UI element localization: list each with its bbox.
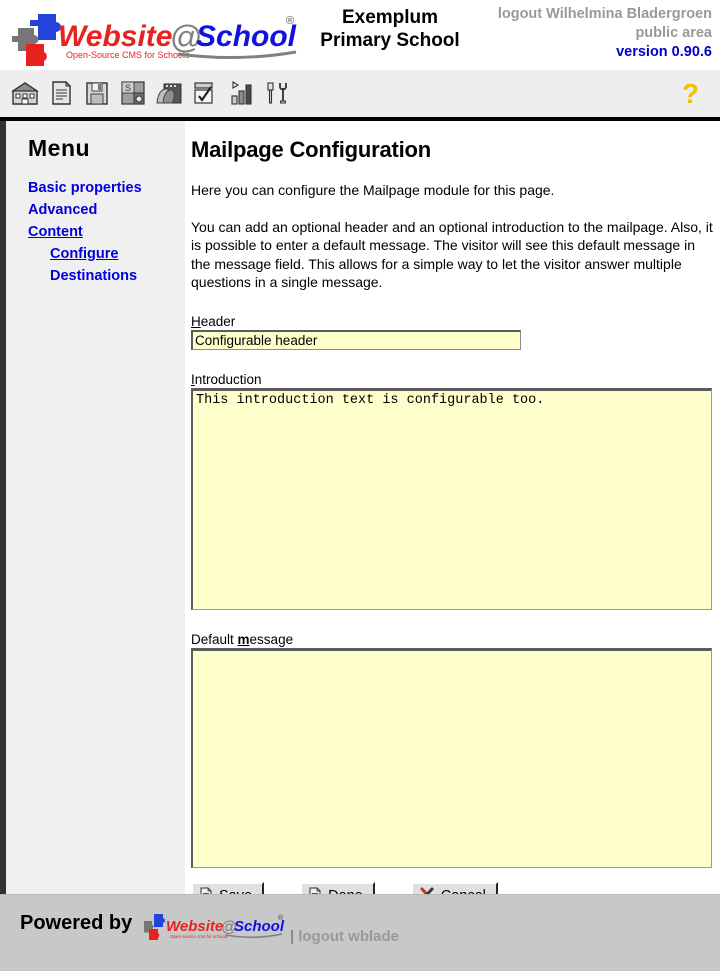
sidebar: Menu Basic properties Advanced Content C… [6,121,185,894]
intro-paragraph-1: Here you can configure the Mailpage modu… [191,182,555,198]
sidebar-list-item: Destinations [6,268,185,284]
tools-icon[interactable] [260,75,294,111]
version-label: version 0.90.6 [616,44,712,60]
default-message-textarea[interactable] [191,647,712,868]
svg-text:School: School [196,20,297,53]
footer-website-at-school-logo-icon[interactable]: Website @ School ® Open source cms for s… [140,911,290,943]
default-message-label-rest: essage [249,631,294,647]
modules-icon[interactable]: S [116,75,150,111]
statistics-icon[interactable] [224,75,258,111]
main-toolbar: S ? [0,70,720,121]
school-icon[interactable] [8,75,42,111]
sidebar-item-configure[interactable]: Configure [6,246,118,262]
introduction-textarea[interactable] [191,387,712,610]
svg-text:Open source cms for schools: Open source cms for schools [170,934,229,939]
area-label: public area [635,25,712,41]
sidebar-menu-list: Basic properties Advanced Content Config… [6,180,185,284]
default-message-field-label: Default message [191,632,720,647]
sidebar-list-item: Advanced [6,202,185,218]
content-panel: Mailpage Configuration Here you can conf… [185,121,720,911]
save-disk-icon[interactable] [80,75,114,111]
school-name: Exemplum Primary School [300,6,480,52]
page-title: Mailpage Configuration [191,137,432,162]
school-name-line2: Primary School [320,30,460,51]
introduction-label-rest: ntroduction [194,371,262,387]
page-icon[interactable] [44,75,78,111]
intro-paragraph-2: You can add an optional header and an op… [191,218,713,291]
brand-logo[interactable]: Website @ School ® Open-Source CMS for S… [8,6,308,66]
svg-text:Website: Website [166,918,223,935]
school-name-line1: Exemplum [341,7,439,28]
svg-text:®: ® [286,15,294,27]
svg-text:?: ? [682,78,699,108]
header-input[interactable] [191,329,521,350]
svg-text:S: S [125,83,131,93]
header-accesskey: H [191,313,201,329]
menu-title: Menu [28,135,91,161]
footer-separator: | [290,928,295,945]
svg-text:Open-Source CMS for Schools: Open-Source CMS for Schools [66,50,190,60]
users-icon[interactable] [152,75,186,111]
powered-by-label: Powered by [20,912,133,934]
sidebar-list-item: Content [6,224,185,240]
sidebar-item-basic-properties[interactable]: Basic properties [6,180,142,196]
default-message-label-prefix: Default [191,631,238,647]
help-icon[interactable]: ? [676,76,706,110]
website-at-school-logo-icon: Website @ School ® Open-Source CMS for S… [12,14,297,66]
page-footer: Powered by Website @ School ® Open sourc… [0,894,720,971]
header-field-label: Header [191,314,720,329]
footer-logout-link[interactable]: logout wblade [298,928,399,945]
sidebar-list-item: Configure [6,246,185,262]
powered-by-block: Powered by Website @ School ® Open sourc… [20,911,290,943]
default-message-accesskey: m [237,631,250,647]
page-header: Website @ School ® Open-Source CMS for S… [0,0,720,70]
sidebar-item-advanced[interactable]: Advanced [6,202,97,218]
svg-text:®: ® [278,914,284,922]
logout-user-link[interactable]: logout Wilhelmina Bladergroen [498,5,712,24]
checklist-icon[interactable] [188,75,222,111]
introduction-field-label: Introduction [191,372,720,387]
main-region: Menu Basic properties Advanced Content C… [0,121,720,911]
header-label-rest: eader [200,313,236,329]
svg-text:Website: Website [58,20,172,53]
footer-logout-block: | logout wblade [290,928,399,945]
sidebar-list-item: Basic properties [6,180,185,196]
toolbar-icon-group: S [8,75,294,111]
sidebar-item-destinations[interactable]: Destinations [6,268,137,284]
header-status-block: logout Wilhelmina Bladergroen public are… [498,5,712,62]
sidebar-item-content[interactable]: Content [6,224,83,240]
